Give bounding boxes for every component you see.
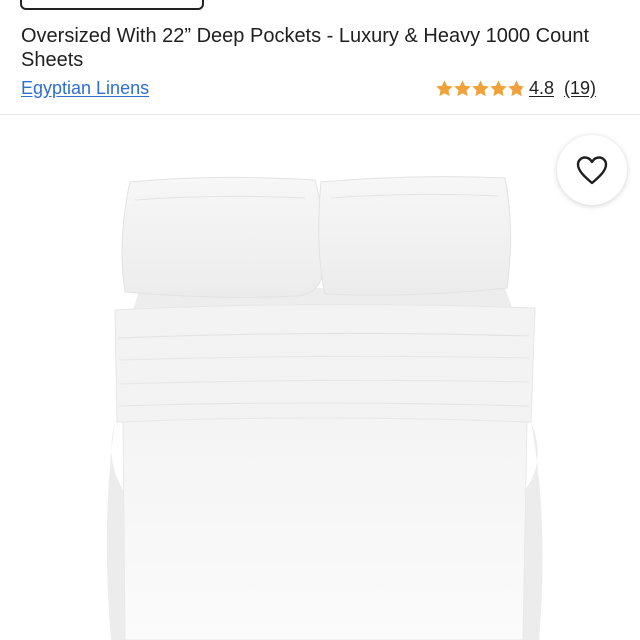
star-icon — [490, 79, 507, 96]
star-icon — [508, 79, 525, 96]
rating-count[interactable]: (19) — [564, 78, 596, 99]
rating-summary[interactable]: 4.8 (19) — [435, 76, 596, 100]
star-icon — [472, 79, 489, 96]
top-button-edge[interactable] — [20, 0, 204, 10]
star-icon — [436, 79, 453, 96]
favorite-button[interactable] — [557, 135, 627, 205]
product-page: Oversized With 22” Deep Pockets - Luxury… — [0, 0, 640, 640]
product-image[interactable] — [95, 160, 555, 640]
rating-value[interactable]: 4.8 — [529, 78, 554, 99]
star-icon — [454, 79, 471, 96]
rating-stars — [435, 79, 525, 98]
heart-outline-icon — [576, 156, 608, 185]
product-title: Oversized With 22” Deep Pockets - Luxury… — [21, 25, 590, 71]
brand-link[interactable]: Egyptian Linens — [21, 77, 149, 99]
divider — [0, 114, 640, 115]
